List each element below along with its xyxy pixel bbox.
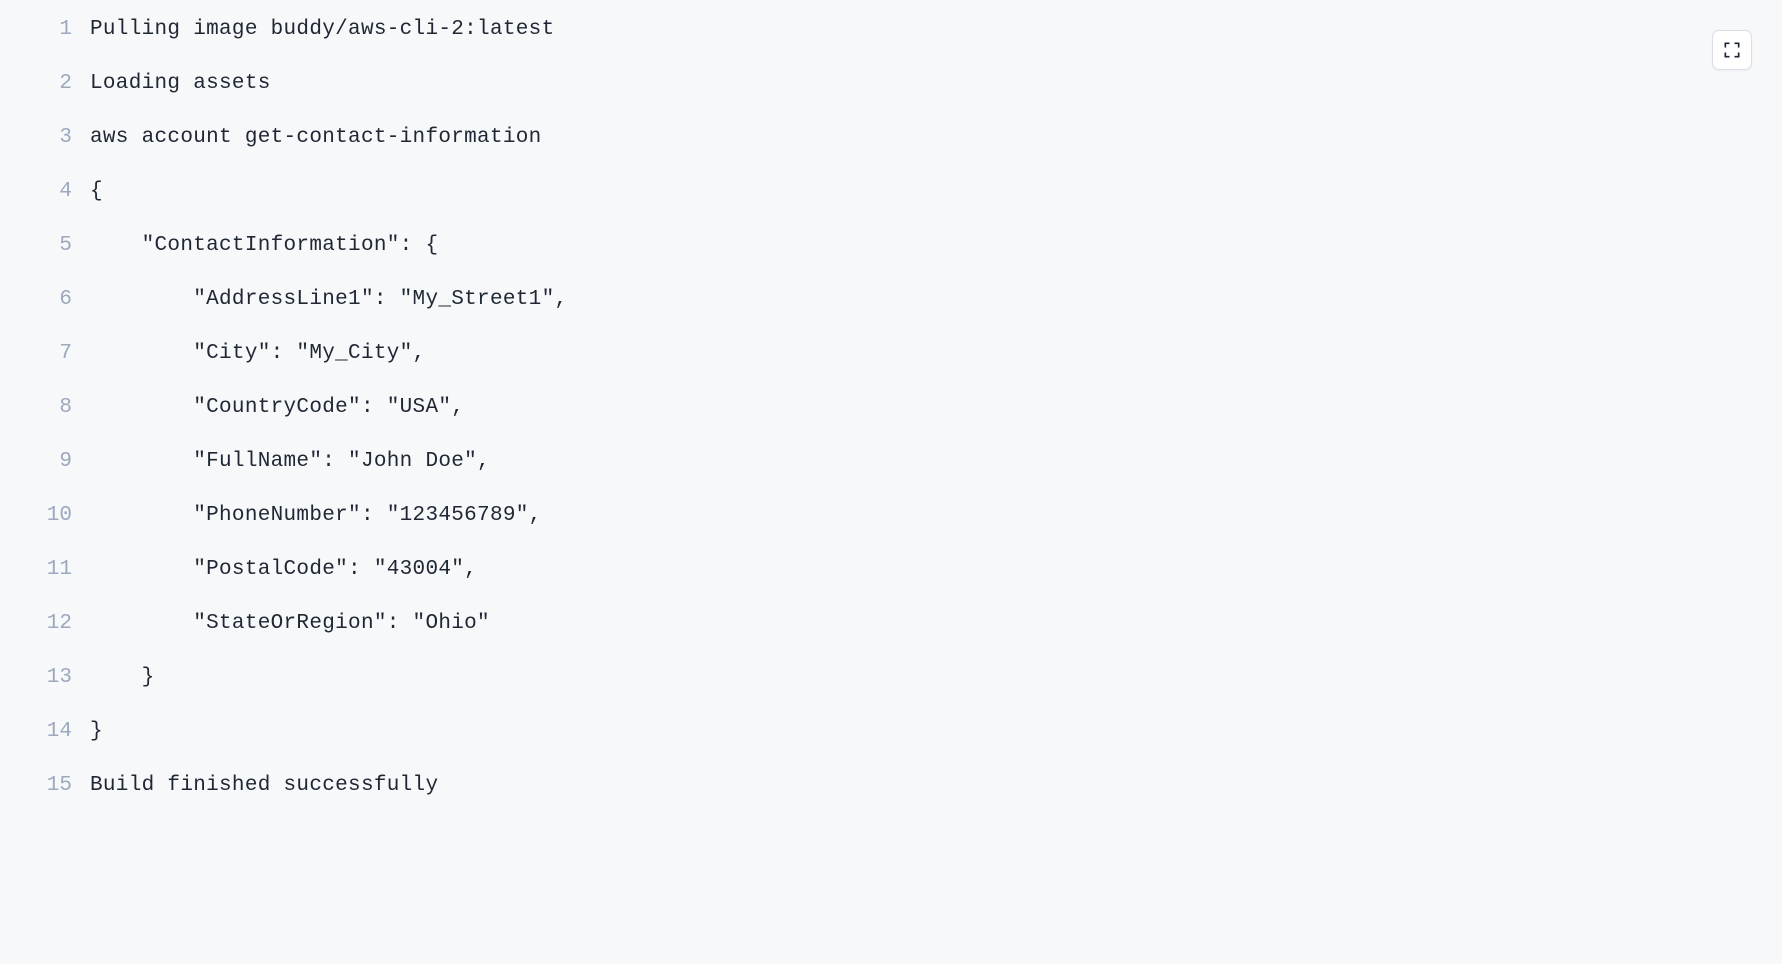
log-line: 5 "ContactInformation": {	[0, 234, 1782, 288]
log-line: 15 Build finished successfully	[0, 774, 1782, 828]
line-content: }	[90, 666, 155, 689]
log-line: 2 Loading assets	[0, 72, 1782, 126]
line-content: Pulling image buddy/aws-cli-2:latest	[90, 18, 554, 41]
line-number: 12	[0, 612, 90, 635]
line-content: aws account get-contact-information	[90, 126, 542, 149]
log-line: 10 "PhoneNumber": "123456789",	[0, 504, 1782, 558]
fullscreen-icon	[1722, 40, 1742, 60]
code-log-container: 1 Pulling image buddy/aws-cli-2:latest 2…	[0, 18, 1782, 828]
line-number: 8	[0, 396, 90, 419]
line-content: "CountryCode": "USA",	[90, 396, 464, 419]
line-content: "City": "My_City",	[90, 342, 425, 365]
line-number: 4	[0, 180, 90, 203]
line-content: }	[90, 720, 103, 743]
line-number: 10	[0, 504, 90, 527]
line-number: 11	[0, 558, 90, 581]
line-content: Loading assets	[90, 72, 271, 95]
line-content: "PhoneNumber": "123456789",	[90, 504, 542, 527]
line-number: 7	[0, 342, 90, 365]
log-line: 1 Pulling image buddy/aws-cli-2:latest	[0, 18, 1782, 72]
line-content: {	[90, 180, 103, 203]
fullscreen-button[interactable]	[1712, 30, 1752, 70]
line-content: "PostalCode": "43004",	[90, 558, 477, 581]
log-line: 6 "AddressLine1": "My_Street1",	[0, 288, 1782, 342]
line-number: 9	[0, 450, 90, 473]
line-number: 1	[0, 18, 90, 41]
line-number: 5	[0, 234, 90, 257]
line-content: "FullName": "John Doe",	[90, 450, 490, 473]
log-line: 12 "StateOrRegion": "Ohio"	[0, 612, 1782, 666]
line-content: "ContactInformation": {	[90, 234, 438, 257]
line-content: "StateOrRegion": "Ohio"	[90, 612, 490, 635]
log-line: 7 "City": "My_City",	[0, 342, 1782, 396]
line-number: 3	[0, 126, 90, 149]
log-line: 8 "CountryCode": "USA",	[0, 396, 1782, 450]
line-number: 14	[0, 720, 90, 743]
log-line: 3 aws account get-contact-information	[0, 126, 1782, 180]
line-number: 2	[0, 72, 90, 95]
line-content: Build finished successfully	[90, 774, 438, 797]
line-number: 6	[0, 288, 90, 311]
line-number: 15	[0, 774, 90, 797]
line-content: "AddressLine1": "My_Street1",	[90, 288, 567, 311]
line-number: 13	[0, 666, 90, 689]
log-line: 9 "FullName": "John Doe",	[0, 450, 1782, 504]
log-line: 4 {	[0, 180, 1782, 234]
log-line: 11 "PostalCode": "43004",	[0, 558, 1782, 612]
log-line: 14 }	[0, 720, 1782, 774]
log-line: 13 }	[0, 666, 1782, 720]
